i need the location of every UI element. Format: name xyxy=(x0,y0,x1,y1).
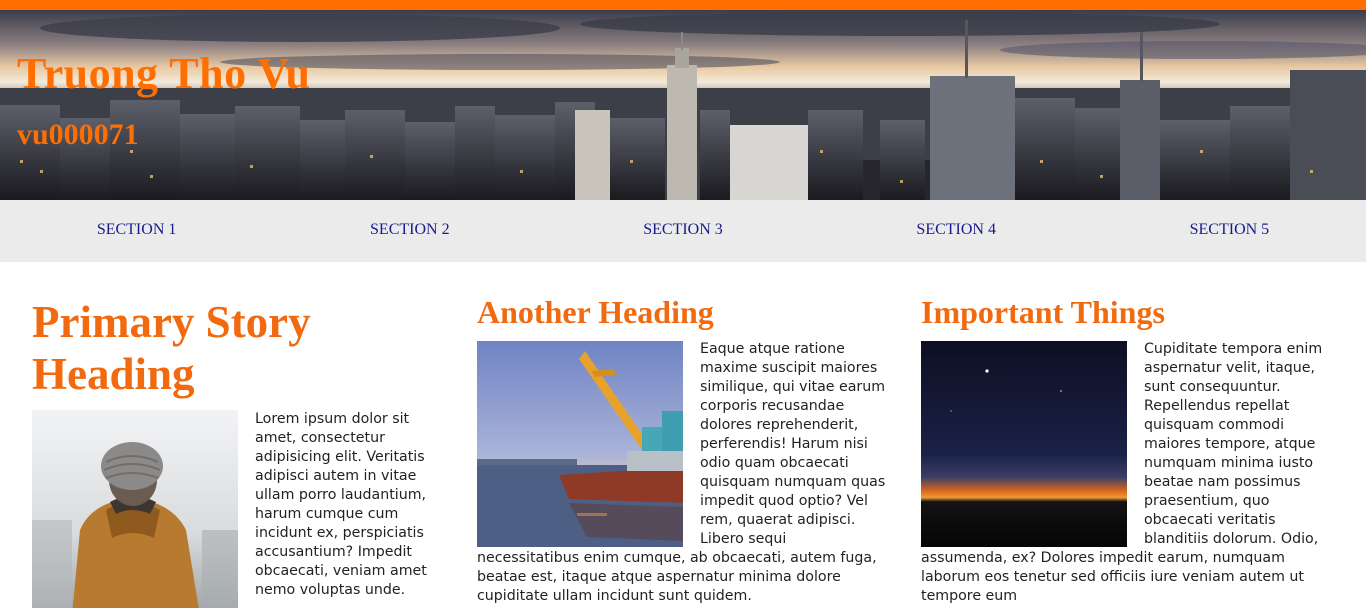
article-important: Important Things Cupiditate tempora enim… xyxy=(921,262,1333,606)
nav-item-section-3[interactable]: SECTION 3 xyxy=(546,200,819,262)
main-content: Primary Story Heading Lorem ipsum dolor … xyxy=(0,262,1366,608)
article-heading: Another Heading xyxy=(477,294,714,330)
nav-item-section-2[interactable]: SECTION 2 xyxy=(273,200,546,262)
site-header: Truong Tho Vu vu000071 xyxy=(0,10,1366,200)
article-another: Another Heading Eaque atque ratione maxi… xyxy=(477,262,889,606)
nav-item-section-5[interactable]: SECTION 5 xyxy=(1093,200,1366,262)
city-skyline-banner-image xyxy=(0,10,1366,200)
article-heading: Primary Story Heading xyxy=(32,297,311,399)
crane-ship-image xyxy=(477,341,683,547)
nav-item-section-4[interactable]: SECTION 4 xyxy=(820,200,1093,262)
site-subtitle: vu000071 xyxy=(17,118,139,151)
person-in-beanie-image xyxy=(32,410,238,608)
night-horizon-image xyxy=(921,341,1127,547)
article-heading: Important Things xyxy=(921,294,1165,330)
main-nav: SECTION 1 SECTION 2 SECTION 3 SECTION 4 … xyxy=(0,200,1366,262)
article-primary: Primary Story Heading Lorem ipsum dolor … xyxy=(32,262,442,608)
nav-item-section-1[interactable]: SECTION 1 xyxy=(0,200,273,262)
site-title: Truong Tho Vu xyxy=(17,49,311,98)
top-accent-bar xyxy=(0,0,1366,10)
